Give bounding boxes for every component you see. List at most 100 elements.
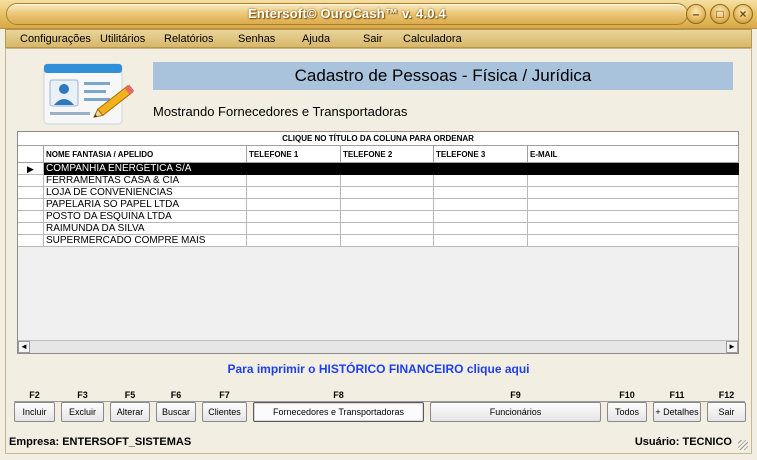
cell-tel1[interactable] [247,163,341,175]
fkey-button-f8[interactable]: Fornecedores e Transportadoras [253,402,424,422]
fkey-button-f5[interactable]: Alterar [110,402,150,422]
table-row[interactable]: SUPERMERCADO COMPRE MAIS [18,235,739,247]
fkey-button-f9[interactable]: Funcionários [430,402,601,422]
fkey-button-f3[interactable]: Excluir [61,402,104,422]
menu-relatorios[interactable]: Relatórios [164,32,214,46]
column-header-name[interactable]: NOME FANTASIA / APELIDO [44,146,247,163]
cell-tel1[interactable] [247,211,341,223]
menu-sair[interactable]: Sair [363,32,383,46]
cell-email[interactable] [528,223,739,235]
cell-name[interactable]: FERRAMENTAS CASA & CIA [44,175,247,187]
menu-bar: Configurações Utilitários Relatórios Sen… [5,29,752,48]
status-user: Usuário: TECNICO [634,436,732,448]
fkey-button-f12[interactable]: Sair [707,402,746,422]
fkey-button-f11[interactable]: + Detalhes [653,402,701,422]
column-header-tel1[interactable]: TELEFONE 1 [247,146,341,163]
person-card-icon [43,63,135,125]
table-row[interactable]: ▶ COMPANHIA ENERGÉTICA S/A [18,163,739,175]
close-icon[interactable]: × [733,4,753,24]
cell-email[interactable] [528,163,739,175]
cell-email[interactable] [528,211,739,223]
cell-email[interactable] [528,187,739,199]
page-title: Cadastro de Pessoas - Física / Jurídica [294,66,592,85]
cell-tel2[interactable] [341,199,434,211]
fkey-button-f6[interactable]: Buscar [156,402,196,422]
menu-configuracoes[interactable]: Configurações [20,32,91,46]
fkey-button-f7[interactable]: Clientes [202,402,247,422]
menu-ajuda[interactable]: Ajuda [302,32,330,46]
resize-grip-icon[interactable] [738,440,748,450]
cell-tel1[interactable] [247,187,341,199]
cell-tel2[interactable] [341,163,434,175]
status-bar: Empresa: ENTERSOFT_SISTEMAS Usuário: TEC… [5,431,752,453]
fkey-button-f2[interactable]: Incluir [14,402,55,422]
scroll-left-icon[interactable]: ◄ [18,341,30,353]
row-indicator [18,211,44,223]
cell-tel3[interactable] [434,187,528,199]
cell-tel2[interactable] [341,175,434,187]
table-row[interactable]: LOJA DE CONVENIENCIAS [18,187,739,199]
indicator-column-header [18,146,44,163]
fkey-f11: F11 + Detalhes [653,389,701,423]
row-indicator [18,223,44,235]
table-row[interactable]: RAIMUNDA DA SILVA [18,223,739,235]
table-row[interactable]: POSTO DA ESQUINA LTDA [18,211,739,223]
minimize-icon[interactable]: – [686,4,706,24]
menu-senhas[interactable]: Senhas [238,32,275,46]
column-header-tel3[interactable]: TELEFONE 3 [434,146,528,163]
title-pill: Entersoft© OuroCash™ v. 4.0.4 [6,3,688,25]
cell-tel2[interactable] [341,235,434,247]
maximize-icon[interactable]: □ [710,4,730,24]
row-indicator [18,187,44,199]
cell-tel1[interactable] [247,175,341,187]
cell-tel3[interactable] [434,211,528,223]
column-header-tel2[interactable]: TELEFONE 2 [341,146,434,163]
cell-tel3[interactable] [434,175,528,187]
title-bar: Entersoft© OuroCash™ v. 4.0.4 – □ × [0,0,757,29]
fkey-f10: F10 Todos [607,389,647,423]
cell-tel3[interactable] [434,163,528,175]
header-band: Cadastro de Pessoas - Física / Jurídica [153,62,733,90]
fkey-label-f10: F10 [619,390,635,400]
menu-calculadora[interactable]: Calculadora [403,32,462,46]
cell-tel2[interactable] [341,211,434,223]
cell-tel1[interactable] [247,223,341,235]
menu-utilitarios[interactable]: Utilitários [100,32,145,46]
cell-tel1[interactable] [247,199,341,211]
cell-name[interactable]: RAIMUNDA DA SILVA [44,223,247,235]
function-key-bar: F2 Incluir F3 Excluir F5 Alterar F6 Buscar F7 Cli… [14,389,746,423]
fkey-label-f6: F6 [170,390,182,400]
cell-email[interactable] [528,175,739,187]
cell-name[interactable]: POSTO DA ESQUINA LTDA [44,211,247,223]
cell-email[interactable] [528,235,739,247]
people-grid[interactable]: CLIQUE NO TÍTULO DA COLUNA PARA ORDENAR … [17,131,739,354]
print-history-link[interactable]: Para imprimir o HISTÓRICO FINANCEIRO cli… [0,362,757,376]
column-header-email[interactable]: E-MAIL [528,146,739,163]
cell-name[interactable]: PAPELARIA SÓ PAPEL LTDA [44,199,247,211]
cell-tel1[interactable] [247,235,341,247]
fkey-f9: F9 Funcionários [430,389,601,423]
table-row[interactable]: FERRAMENTAS CASA & CIA [18,175,739,187]
row-indicator: ▶ [18,163,44,175]
fkey-f5: F5 Alterar [110,389,150,423]
cell-tel3[interactable] [434,223,528,235]
cell-email[interactable] [528,199,739,211]
cell-tel3[interactable] [434,199,528,211]
fkey-f7: F7 Clientes [202,389,247,423]
cell-tel2[interactable] [341,223,434,235]
cell-name[interactable]: LOJA DE CONVENIENCIAS [44,187,247,199]
table-row[interactable]: PAPELARIA SÓ PAPEL LTDA [18,199,739,211]
cell-tel2[interactable] [341,187,434,199]
grid-header: NOME FANTASIA / APELIDO TELEFONE 1 TELEF… [18,146,739,163]
fkey-button-f10[interactable]: Todos [607,402,647,422]
fkey-f6: F6 Buscar [156,389,196,423]
row-indicator [18,199,44,211]
cell-name[interactable]: COMPANHIA ENERGÉTICA S/A [44,163,247,175]
horizontal-scrollbar[interactable]: ◄ ► [18,340,738,353]
fkey-label-f3: F3 [77,390,88,400]
fkey-label-f11: F11 [669,390,685,400]
page-subtitle: Mostrando Fornecedores e Transportadoras [153,104,408,119]
cell-name[interactable]: SUPERMERCADO COMPRE MAIS [44,235,247,247]
cell-tel3[interactable] [434,235,528,247]
scroll-right-icon[interactable]: ► [726,341,738,353]
